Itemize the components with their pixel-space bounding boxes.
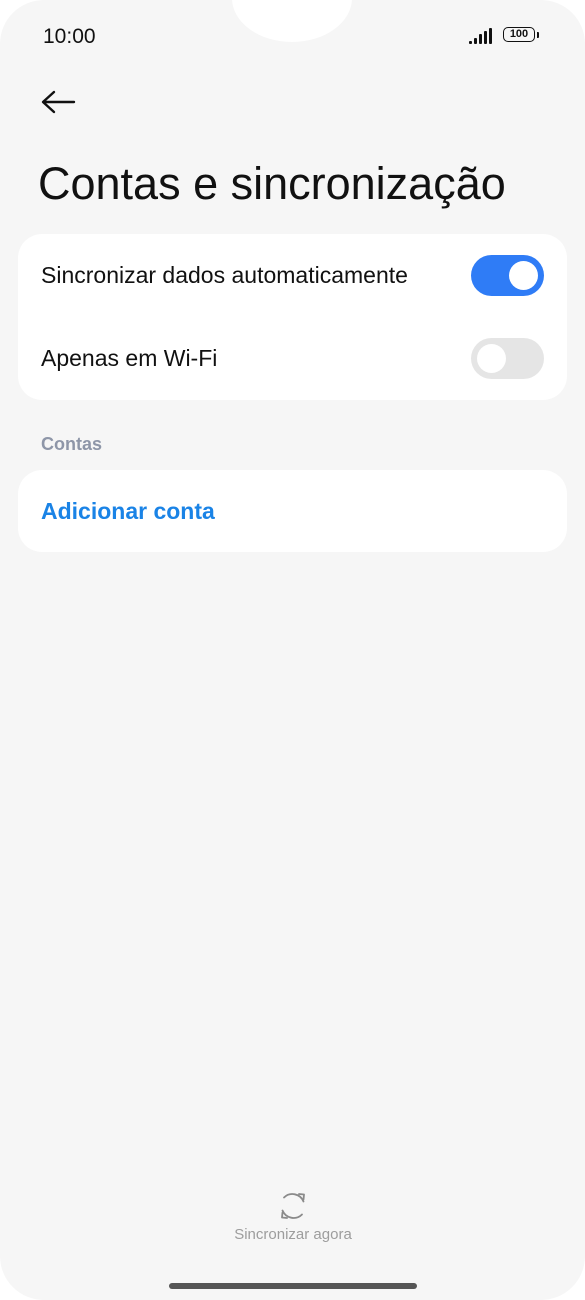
wifi-only-row[interactable]: Apenas em Wi-Fi — [18, 317, 567, 400]
sync-settings-card: Sincronizar dados automaticamente Apenas… — [18, 234, 567, 400]
back-button[interactable] — [36, 80, 80, 124]
status-bar: 10:00 100 — [0, 0, 585, 70]
phone-screen: 10:00 100 Contas e sincronização Sincron… — [0, 0, 585, 1300]
auto-sync-row[interactable]: Sincronizar dados automaticamente — [18, 234, 567, 317]
add-account-card[interactable]: Adicionar conta — [18, 470, 567, 552]
auto-sync-toggle[interactable] — [471, 255, 544, 296]
home-indicator[interactable] — [169, 1283, 417, 1289]
toggle-knob — [477, 344, 506, 373]
sync-now-button[interactable]: Sincronizar agora — [193, 1186, 393, 1250]
wifi-only-label: Apenas em Wi-Fi — [41, 345, 218, 371]
add-account-link[interactable]: Adicionar conta — [41, 498, 215, 525]
battery-level: 100 — [509, 28, 529, 40]
arrow-left-icon — [41, 90, 76, 114]
auto-sync-label: Sincronizar dados automaticamente — [41, 262, 408, 288]
accounts-section-header: Contas — [41, 434, 103, 454]
battery-icon: 100 — [503, 27, 535, 42]
toggle-knob — [509, 261, 538, 290]
wifi-only-toggle[interactable] — [471, 338, 544, 379]
sync-now-label: Sincronizar agora — [234, 1226, 352, 1243]
page-title: Contas e sincronização — [38, 158, 506, 209]
battery-tip — [537, 32, 539, 38]
sync-icon — [281, 1193, 305, 1219]
signal-bars-icon — [469, 28, 497, 44]
status-time: 10:00 — [43, 25, 96, 48]
